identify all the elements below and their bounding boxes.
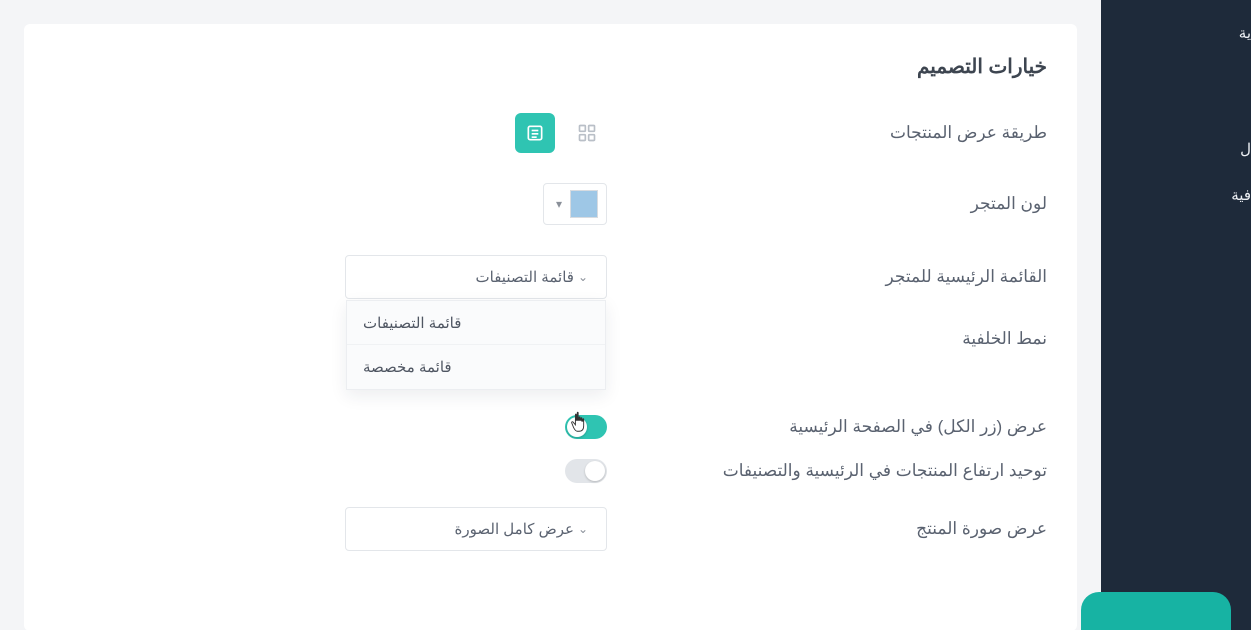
row-show-all: عرض (زر الكل) في الصفحة الرئيسية bbox=[54, 415, 1047, 439]
grid-view-button[interactable] bbox=[567, 113, 607, 153]
sidebar-accent bbox=[1081, 592, 1231, 630]
dropdown-option-custom[interactable]: قائمة مخصصة bbox=[347, 345, 605, 389]
label-bg-pattern: نمط الخلفية bbox=[617, 329, 1047, 349]
toggle-show-all[interactable] bbox=[565, 415, 607, 439]
grid-icon bbox=[577, 123, 597, 143]
chevron-down-icon: ▾ bbox=[552, 197, 566, 211]
row-main-menu: القائمة الرئيسية للمتجر ⌄ قائمة التصنيفا… bbox=[54, 255, 1047, 299]
content: خيارات التصميم طريقة عرض المنتجات bbox=[0, 0, 1101, 630]
product-image-selected: عرض كامل الصورة bbox=[360, 520, 574, 538]
section-title: خيارات التصميم bbox=[54, 54, 1047, 79]
chevron-down-icon: ⌄ bbox=[574, 270, 592, 284]
label-display-mode: طريقة عرض المنتجات bbox=[617, 123, 1047, 143]
sidebar-item-1[interactable]: ل bbox=[1101, 126, 1251, 172]
sidebar: ية ل فية bbox=[1101, 0, 1251, 630]
label-show-all: عرض (زر الكل) في الصفحة الرئيسية bbox=[617, 417, 1047, 437]
main-menu-selected: قائمة التصنيفات bbox=[360, 268, 574, 286]
main-menu-select[interactable]: ⌄ قائمة التصنيفات قائمة التصنيفات قائمة … bbox=[345, 255, 607, 299]
toggle-unify-height[interactable] bbox=[565, 459, 607, 483]
list-icon bbox=[525, 123, 545, 143]
row-store-color: لون المتجر ▾ bbox=[54, 183, 1047, 225]
chevron-down-icon: ⌄ bbox=[574, 522, 592, 536]
color-picker[interactable]: ▾ bbox=[543, 183, 607, 225]
label-unify-height: توحيد ارتفاع المنتجات في الرئيسية والتصن… bbox=[617, 461, 1047, 481]
main-menu-dropdown: قائمة التصنيفات قائمة مخصصة bbox=[346, 300, 606, 390]
row-unify-height: توحيد ارتفاع المنتجات في الرئيسية والتصن… bbox=[54, 459, 1047, 483]
view-toggle-group bbox=[515, 113, 607, 153]
product-image-select[interactable]: ⌄ عرض كامل الصورة bbox=[345, 507, 607, 551]
label-store-color: لون المتجر bbox=[617, 194, 1047, 214]
sidebar-item-2[interactable]: فية bbox=[1101, 172, 1251, 218]
list-view-button[interactable] bbox=[515, 113, 555, 153]
row-display-mode: طريقة عرض المنتجات bbox=[54, 113, 1047, 153]
row-product-image: عرض صورة المنتج ⌄ عرض كامل الصورة bbox=[54, 507, 1047, 551]
dropdown-option-categories[interactable]: قائمة التصنيفات bbox=[347, 301, 605, 345]
sidebar-item-0[interactable]: ية bbox=[1101, 10, 1251, 56]
color-swatch bbox=[570, 190, 598, 218]
label-product-image: عرض صورة المنتج bbox=[617, 519, 1047, 539]
design-options-card: خيارات التصميم طريقة عرض المنتجات bbox=[24, 24, 1077, 630]
label-main-menu: القائمة الرئيسية للمتجر bbox=[617, 267, 1047, 287]
